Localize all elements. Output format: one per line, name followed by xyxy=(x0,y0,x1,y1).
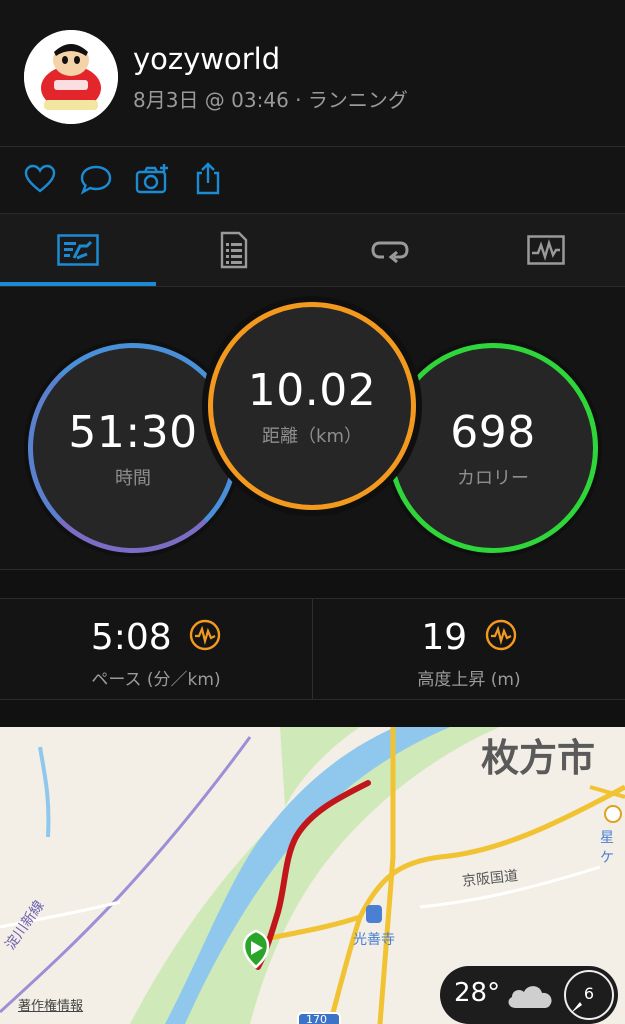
activity-header: yozyworld 8月3日 @ 03:46 · ランニング xyxy=(0,0,625,146)
details-icon xyxy=(220,231,248,269)
pace-label: ペース (分／km) xyxy=(91,670,221,690)
compass-icon: 6 xyxy=(564,970,614,1020)
heart-icon xyxy=(24,164,56,193)
section-gap xyxy=(0,700,625,727)
laps-icon xyxy=(371,241,409,264)
add-photo-icon xyxy=(135,164,168,194)
compass-value: 6 xyxy=(583,984,595,1003)
section-gap xyxy=(0,570,625,598)
map-station-label: 光善寺 xyxy=(353,932,395,948)
pace-metric[interactable]: 5:08 ペース (分／km) xyxy=(0,599,312,699)
map-city-label: 枚方市 xyxy=(481,736,596,780)
avatar[interactable] xyxy=(24,30,118,124)
time-label: 時間 xyxy=(115,467,151,489)
tab-laps[interactable] xyxy=(312,214,468,286)
tab-charts[interactable] xyxy=(468,214,624,286)
cloud-icon xyxy=(508,986,552,1008)
share-icon xyxy=(196,162,220,195)
comment-icon xyxy=(80,165,112,195)
overview-icon xyxy=(57,234,99,266)
share-button[interactable] xyxy=(190,161,226,197)
pulse-badge-icon xyxy=(485,619,516,651)
pace-value: 5:08 xyxy=(90,617,172,658)
elevation-value-row: 19 xyxy=(313,617,625,658)
comment-button[interactable] xyxy=(78,161,114,197)
metrics-divider xyxy=(312,599,313,699)
tab-details[interactable] xyxy=(156,214,312,286)
charts-icon xyxy=(527,235,565,265)
calorie-label: カロリー xyxy=(457,467,529,489)
activity-date-type: 8月3日 @ 03:46 · ランニング xyxy=(133,88,408,112)
time-ring[interactable]: 51:30 時間 xyxy=(28,343,238,553)
weather-widget[interactable]: 28° 6 xyxy=(440,966,618,1024)
username[interactable]: yozyworld xyxy=(133,42,280,76)
weather-temperature: 28° xyxy=(454,978,501,1008)
calorie-ring[interactable]: 698 カロリー xyxy=(388,343,598,553)
elevation-value: 19 xyxy=(421,617,468,658)
distance-value: 10.02 xyxy=(247,364,377,416)
elevation-label: 高度上昇 (m) xyxy=(417,670,521,690)
map-route-badge: 170 xyxy=(306,1013,327,1024)
action-bar xyxy=(0,147,625,213)
time-value: 51:30 xyxy=(68,406,198,458)
tab-bar xyxy=(0,214,625,286)
pulse-badge-icon xyxy=(189,619,221,651)
map-poi-label: 星ケ xyxy=(600,830,614,866)
distance-ring[interactable]: 10.02 距離（km） xyxy=(208,302,416,510)
distance-label: 距離（km） xyxy=(262,425,362,447)
like-button[interactable] xyxy=(22,161,58,197)
avatar-image xyxy=(24,30,118,124)
calorie-value: 698 xyxy=(450,406,536,458)
tab-overview[interactable] xyxy=(0,214,156,286)
add-photo-button[interactable] xyxy=(134,161,170,197)
pace-value-row: 5:08 xyxy=(0,617,312,658)
elevation-metric[interactable]: 19 高度上昇 (m) xyxy=(313,599,625,699)
map-copyright-link[interactable]: 著作権情報 xyxy=(18,995,83,1014)
